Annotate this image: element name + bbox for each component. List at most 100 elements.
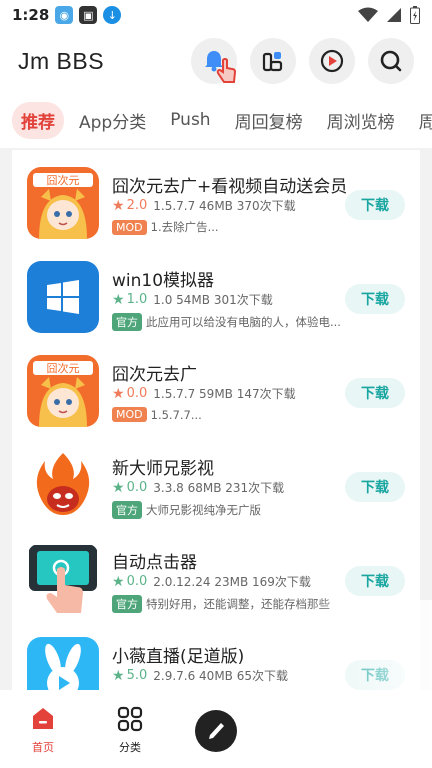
app-list-item[interactable]: 囧次元 囧次元去广+看视频自动送会员 ★ 2.0 1.5.7.7 46MB 370次下载… xyxy=(12,150,420,244)
tap-hand-icon[interactable] xyxy=(27,543,99,615)
download-button[interactable]: 下载 xyxy=(345,284,405,314)
app-description-text: 大师兄影视纯净无广版 xyxy=(146,503,261,517)
tap-hand-indicator-icon xyxy=(216,58,237,83)
app-name: 囧次元去广+看视频自动送会员 xyxy=(112,177,348,197)
app-description: MOD 1.去除广告... xyxy=(112,219,219,235)
nav-home-label: 首页 xyxy=(32,741,54,754)
anime-girl-icon[interactable]: 囧次元 xyxy=(27,167,99,239)
tab-0[interactable]: 推荐 xyxy=(12,101,64,139)
app-meta: ★ 5.0 2.9.7.6 40MB 65次下载 xyxy=(112,667,288,684)
star-icon: ★ xyxy=(112,667,125,684)
download-button[interactable]: 下载 xyxy=(345,190,405,220)
app-description-text: 特别好用，还能调整，还能存档那些 xyxy=(146,597,330,611)
signal-icon xyxy=(387,8,401,22)
app-meta: ★ 1.0 1.0 54MB 301次下载 xyxy=(112,291,273,308)
category-grid-icon xyxy=(117,706,143,732)
app-name: 小薇直播(足道版) xyxy=(112,647,245,667)
tab-1[interactable]: App分类 xyxy=(70,102,155,139)
app-badge: MOD xyxy=(112,219,147,235)
video-button[interactable] xyxy=(309,38,355,84)
app-rating: 2.0 xyxy=(126,198,148,213)
app-description: MOD 1.5.7.7... xyxy=(112,407,202,422)
play-icon xyxy=(320,49,344,73)
app-badge: 官方 xyxy=(112,313,142,331)
app-title: Jm BBS xyxy=(18,47,105,74)
app-meta: ★ 2.0 1.5.7.7 46MB 370次下载 xyxy=(112,197,296,214)
app-list: 囧次元 囧次元去广+看视频自动送会员 ★ 2.0 1.5.7.7 46MB 370次下载… xyxy=(12,150,420,690)
app-name: win10模拟器 xyxy=(112,271,215,291)
search-icon xyxy=(380,50,402,72)
app-description: 官方 大师兄影视纯净无广版 xyxy=(112,501,261,519)
home-icon xyxy=(33,708,53,729)
app-description-text: 此应用可以给没有电脑的人，体验电... xyxy=(146,315,341,329)
tab-2[interactable]: Push xyxy=(161,104,219,136)
svg-text:囧次元: 囧次元 xyxy=(47,361,80,375)
app-badge: MOD xyxy=(112,407,147,422)
app-description-text: 1.去除广告... xyxy=(150,220,219,234)
app-version-size-downloads: 1.5.7.7 46MB 370次下载 xyxy=(153,199,296,213)
download-button[interactable]: 下载 xyxy=(345,660,405,690)
wifi-icon xyxy=(358,7,378,22)
flame-monkey-icon[interactable] xyxy=(27,449,99,521)
nav-home[interactable]: 首页 xyxy=(13,706,73,755)
app-list-item[interactable]: 自动点击器 ★ 0.0 2.0.12.24 23MB 169次下载 官方 特别好用，还能调… xyxy=(12,526,420,620)
star-icon: ★ xyxy=(112,385,125,402)
app-badge: 官方 xyxy=(112,595,142,613)
pen-icon xyxy=(209,723,224,739)
app-name: 囧次元去广 xyxy=(112,365,197,385)
bottom-nav: 首页 分类 xyxy=(0,690,432,768)
app-version-size-downloads: 1.0 54MB 301次下载 xyxy=(153,293,273,307)
app-name: 新大师兄影视 xyxy=(112,459,214,479)
app-version-size-downloads: 2.0.12.24 23MB 169次下载 xyxy=(153,575,311,589)
app-list-item[interactable]: 小薇直播(足道版) ★ 5.0 2.9.7.6 40MB 65次下载 下载 xyxy=(12,620,420,690)
search-button[interactable] xyxy=(368,38,414,84)
apps-grid-icon xyxy=(262,52,283,72)
tab-5[interactable]: 周 xyxy=(410,102,432,139)
app-version-size-downloads: 3.3.8 68MB 231次下载 xyxy=(153,481,285,495)
app-meta: ★ 0.0 1.5.7.7 59MB 147次下载 xyxy=(112,385,296,402)
app-list-item[interactable]: 囧次元 囧次元去广 ★ 0.0 1.5.7.7 59MB 147次下载 MOD 1.5.7.… xyxy=(12,338,420,432)
windows-logo-icon[interactable] xyxy=(27,261,99,333)
star-icon: ★ xyxy=(112,197,125,214)
app-list-item[interactable]: 新大师兄影视 ★ 0.0 3.3.8 68MB 231次下载 官方 大师兄影视纯净无广版下… xyxy=(12,432,420,526)
star-icon: ★ xyxy=(112,291,125,308)
app-rating: 0.0 xyxy=(126,386,148,401)
download-button[interactable]: 下载 xyxy=(345,378,405,408)
star-icon: ★ xyxy=(112,479,125,496)
notification-app-icon-2: ▣ xyxy=(79,6,98,24)
app-header: Jm BBS xyxy=(0,30,432,92)
category-tabs: 推荐 App分类 Push 周回复榜 周浏览榜周 xyxy=(0,92,432,148)
download-button[interactable]: 下载 xyxy=(345,566,405,596)
app-badge: 官方 xyxy=(112,501,142,519)
notification-button[interactable] xyxy=(191,38,237,84)
download-button[interactable]: 下载 xyxy=(345,472,405,502)
app-rating: 0.0 xyxy=(126,480,148,495)
tab-4[interactable]: 周浏览榜 xyxy=(318,102,404,139)
nav-category[interactable]: 分类 xyxy=(100,706,160,755)
app-description: 官方 此应用可以给没有电脑的人，体验电... xyxy=(112,313,341,331)
app-version-size-downloads: 1.5.7.7 59MB 147次下载 xyxy=(153,387,296,401)
app-description-text: 1.5.7.7... xyxy=(150,407,202,422)
status-bar: 1:28 ◉ ▣ ↓ xyxy=(0,0,432,30)
app-name: 自动点击器 xyxy=(112,553,197,573)
svg-text:囧次元: 囧次元 xyxy=(47,173,80,187)
app-meta: ★ 0.0 2.0.12.24 23MB 169次下载 xyxy=(112,573,311,590)
app-description: 官方 特别好用，还能调整，还能存档那些 xyxy=(112,595,330,613)
app-list-item[interactable]: win10模拟器 ★ 1.0 1.0 54MB 301次下载 官方 此应用可以给没有电脑的… xyxy=(12,244,420,338)
star-icon: ★ xyxy=(112,573,125,590)
nav-category-label: 分类 xyxy=(119,741,141,754)
tab-3[interactable]: 周回复榜 xyxy=(226,102,312,139)
compose-button[interactable] xyxy=(195,710,237,752)
app-rating: 5.0 xyxy=(126,668,148,683)
battery-icon xyxy=(410,6,420,24)
bunny-play-icon[interactable] xyxy=(27,637,99,690)
anime-girl-icon[interactable]: 囧次元 xyxy=(27,355,99,427)
app-meta: ★ 0.0 3.3.8 68MB 231次下载 xyxy=(112,479,284,496)
app-rating: 0.0 xyxy=(126,574,148,589)
status-time: 1:28 xyxy=(12,6,50,24)
apps-button[interactable] xyxy=(250,38,296,84)
notification-app-icon: ◉ xyxy=(55,6,74,24)
download-notification-icon: ↓ xyxy=(103,6,122,24)
app-rating: 1.0 xyxy=(126,292,148,307)
app-version-size-downloads: 2.9.7.6 40MB 65次下载 xyxy=(153,669,288,683)
